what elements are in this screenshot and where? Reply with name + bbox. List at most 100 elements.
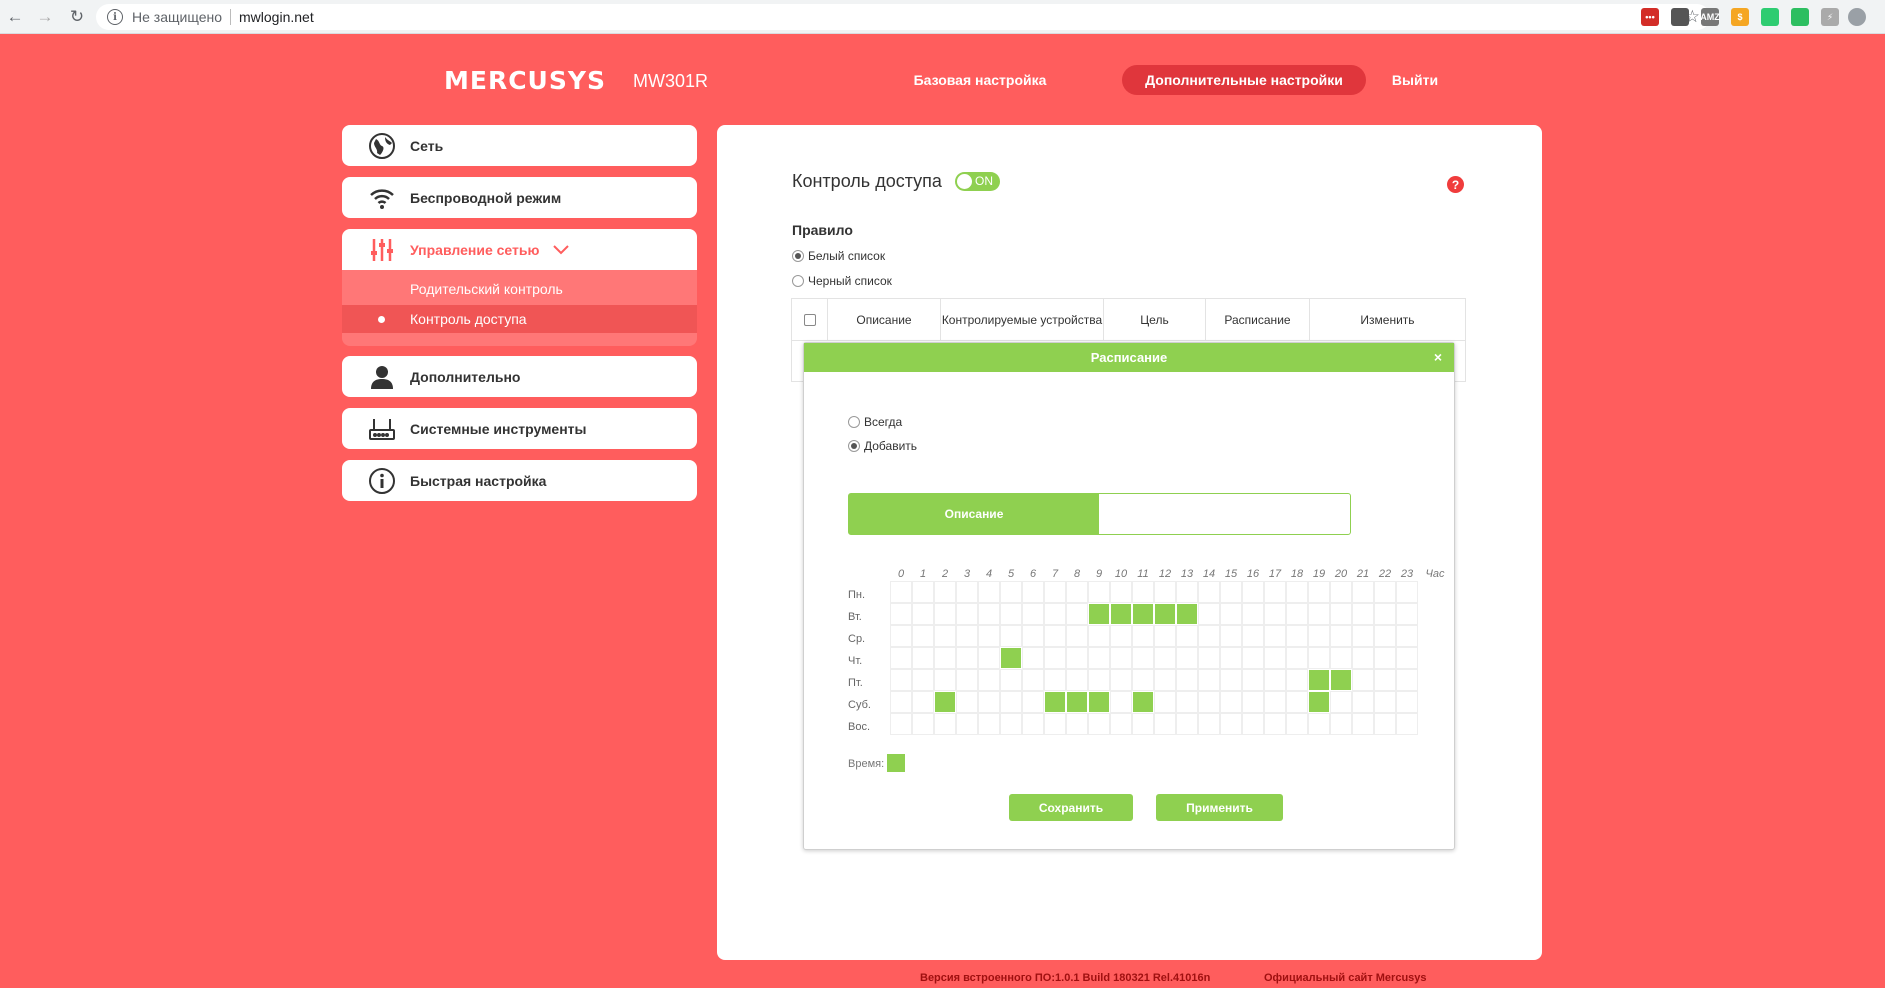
schedule-cell[interactable] — [1330, 691, 1352, 713]
schedule-cell[interactable] — [1374, 669, 1396, 691]
help-icon[interactable]: ? — [1447, 176, 1464, 193]
schedule-cell[interactable] — [1176, 581, 1198, 603]
sidebar-item-quick-setup[interactable]: Быстрая настройка — [342, 460, 697, 501]
schedule-cell[interactable] — [934, 625, 956, 647]
schedule-cell[interactable] — [1396, 603, 1418, 625]
schedule-cell[interactable] — [1308, 581, 1330, 603]
rule-blacklist-option[interactable]: Черный список — [792, 274, 892, 288]
schedule-cell[interactable] — [1022, 581, 1044, 603]
nav-logout[interactable]: Выйти — [1380, 65, 1450, 95]
schedule-cell[interactable] — [978, 691, 1000, 713]
schedule-cell[interactable] — [1352, 647, 1374, 669]
schedule-cell[interactable] — [1000, 647, 1022, 669]
schedule-cell[interactable] — [1022, 669, 1044, 691]
schedule-cell[interactable] — [890, 625, 912, 647]
tag-extension-icon[interactable] — [1761, 8, 1779, 26]
close-icon[interactable]: × — [1434, 349, 1442, 365]
schedule-cell[interactable] — [1330, 713, 1352, 735]
official-site-link[interactable]: Официальный сайт Mercusys — [1264, 972, 1427, 984]
schedule-cell[interactable] — [1044, 669, 1066, 691]
schedule-cell[interactable] — [1132, 581, 1154, 603]
schedule-cell[interactable] — [1154, 647, 1176, 669]
schedule-cell[interactable] — [978, 625, 1000, 647]
schedule-cell[interactable] — [934, 603, 956, 625]
schedule-cell[interactable] — [1088, 581, 1110, 603]
schedule-cell[interactable] — [978, 713, 1000, 735]
schedule-cell[interactable] — [1352, 669, 1374, 691]
schedule-cell[interactable] — [1220, 647, 1242, 669]
schedule-cell[interactable] — [1044, 603, 1066, 625]
schedule-cell[interactable] — [1330, 625, 1352, 647]
schedule-cell[interactable] — [1242, 603, 1264, 625]
schedule-cell[interactable] — [1198, 581, 1220, 603]
schedule-cell[interactable] — [1396, 581, 1418, 603]
schedule-cell[interactable] — [890, 647, 912, 669]
lastpass-extension-icon[interactable]: ••• — [1641, 8, 1659, 26]
schedule-cell[interactable] — [1264, 669, 1286, 691]
schedule-cell[interactable] — [912, 669, 934, 691]
address-bar[interactable]: i Не защищено mwlogin.net ☆ — [96, 4, 1710, 30]
sidebar-subitem-parental-control[interactable]: Родительский контроль — [342, 275, 697, 303]
schedule-cell[interactable] — [1132, 691, 1154, 713]
schedule-cell[interactable] — [1044, 713, 1066, 735]
schedule-cell[interactable] — [1396, 713, 1418, 735]
schedule-cell[interactable] — [890, 669, 912, 691]
schedule-cell[interactable] — [1286, 603, 1308, 625]
schedule-cell[interactable] — [934, 669, 956, 691]
schedule-cell[interactable] — [1242, 691, 1264, 713]
schedule-cell[interactable] — [1220, 581, 1242, 603]
schedule-cell[interactable] — [1066, 625, 1088, 647]
schedule-cell[interactable] — [978, 581, 1000, 603]
schedule-cell[interactable] — [934, 647, 956, 669]
schedule-cell[interactable] — [956, 669, 978, 691]
schedule-cell[interactable] — [1286, 581, 1308, 603]
schedule-cell[interactable] — [1242, 713, 1264, 735]
schedule-cell[interactable] — [890, 603, 912, 625]
schedule-cell[interactable] — [1088, 625, 1110, 647]
schedule-cell[interactable] — [956, 647, 978, 669]
schedule-cell[interactable] — [1242, 647, 1264, 669]
schedule-cell[interactable] — [1176, 691, 1198, 713]
schedule-cell[interactable] — [912, 625, 934, 647]
schedule-cell[interactable] — [1044, 581, 1066, 603]
schedule-cell[interactable] — [1264, 713, 1286, 735]
schedule-cell[interactable] — [1000, 603, 1022, 625]
schedule-cell[interactable] — [1220, 691, 1242, 713]
schedule-cell[interactable] — [1176, 669, 1198, 691]
radio-button[interactable] — [792, 250, 804, 262]
schedule-always-option[interactable]: Всегда — [848, 415, 902, 429]
schedule-cell[interactable] — [1066, 581, 1088, 603]
schedule-cell[interactable] — [1154, 603, 1176, 625]
schedule-cell[interactable] — [1176, 713, 1198, 735]
schedule-cell[interactable] — [912, 581, 934, 603]
sidebar-subitem-access-control[interactable]: Контроль доступа — [342, 305, 697, 333]
schedule-cell[interactable] — [1264, 625, 1286, 647]
schedule-cell[interactable] — [934, 713, 956, 735]
schedule-cell[interactable] — [1308, 691, 1330, 713]
schedule-cell[interactable] — [1374, 625, 1396, 647]
schedule-cell[interactable] — [912, 647, 934, 669]
schedule-cell[interactable] — [1374, 581, 1396, 603]
schedule-cell[interactable] — [1396, 669, 1418, 691]
schedule-cell[interactable] — [1198, 647, 1220, 669]
schedule-cell[interactable] — [912, 691, 934, 713]
schedule-cell[interactable] — [1396, 625, 1418, 647]
schedule-cell[interactable] — [956, 625, 978, 647]
schedule-cell[interactable] — [956, 691, 978, 713]
schedule-cell[interactable] — [1066, 713, 1088, 735]
amazon-extension-icon[interactable]: AMZ — [1700, 8, 1720, 26]
schedule-cell[interactable] — [978, 669, 1000, 691]
schedule-cell[interactable] — [1066, 669, 1088, 691]
schedule-cell[interactable] — [1242, 669, 1264, 691]
schedule-cell[interactable] — [1220, 625, 1242, 647]
schedule-cell[interactable] — [1220, 603, 1242, 625]
schedule-cell[interactable] — [1044, 647, 1066, 669]
schedule-cell[interactable] — [1264, 691, 1286, 713]
schedule-cell[interactable] — [1308, 647, 1330, 669]
schedule-cell[interactable] — [890, 581, 912, 603]
schedule-cell[interactable] — [1352, 581, 1374, 603]
schedule-cell[interactable] — [1110, 625, 1132, 647]
schedule-cell[interactable] — [1132, 669, 1154, 691]
schedule-cell[interactable] — [1088, 603, 1110, 625]
schedule-cell[interactable] — [1110, 713, 1132, 735]
